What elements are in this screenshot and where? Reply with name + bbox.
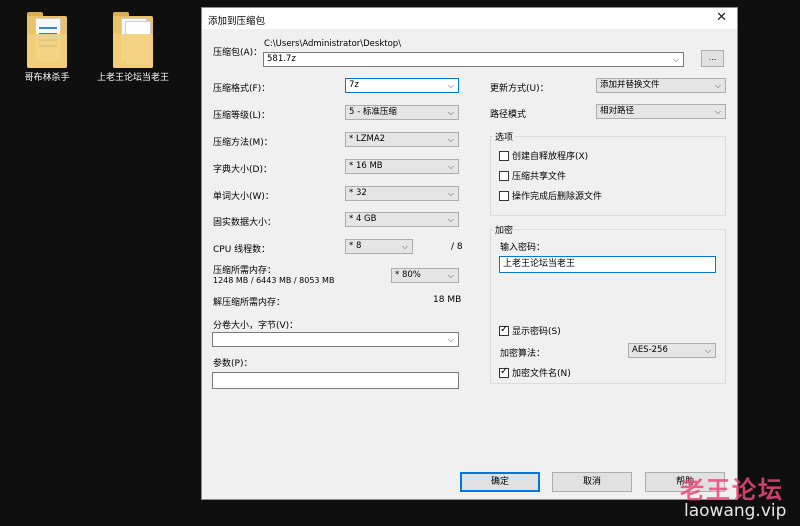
ok-button[interactable]: 确定 <box>460 472 540 492</box>
encryption-method-value: AES-256 <box>632 345 668 355</box>
desktop-icon-laowang[interactable]: 上老王论坛当老王 <box>88 12 178 84</box>
title-bar[interactable]: 添加到压缩包 ✕ <box>202 8 737 29</box>
password-label: 输入密码： <box>500 243 546 253</box>
password-input[interactable]: 上老王论坛当老王 <box>499 256 716 273</box>
volume-combo[interactable]: ⌵ <box>212 332 459 347</box>
checkbox-box-checked <box>499 366 509 378</box>
mem-compress-label: 压缩所需内存： <box>213 266 277 276</box>
sfx-label: 创建自释放程序(X) <box>512 152 589 162</box>
checkbox-box-checked <box>499 324 509 336</box>
shared-files-label: 压缩共享文件 <box>512 172 567 182</box>
dict-select[interactable]: * 16 MB ⌵ <box>345 159 459 174</box>
watermark-logo: 老王论坛 <box>680 476 784 504</box>
path-mode-value: 相对路径 <box>600 106 635 116</box>
close-icon[interactable]: ✕ <box>716 10 727 25</box>
folder-icon <box>27 12 67 68</box>
word-select[interactable]: * 32 ⌵ <box>345 186 459 201</box>
browse-button[interactable]: ... <box>701 50 724 67</box>
watermark-url: laowang.vip <box>684 501 787 521</box>
level-select[interactable]: 5 - 标准压缩 ⌵ <box>345 105 459 120</box>
chevron-down-icon: ⌵ <box>447 215 454 224</box>
password-value: 上老王论坛当老王 <box>503 259 576 269</box>
checkbox-box <box>499 190 509 201</box>
show-password-checkbox[interactable]: 显示密码(S) <box>499 324 561 337</box>
desktop-icon-label: 上老王论坛当老王 <box>96 73 169 83</box>
archive-label: 压缩包(A)： <box>213 48 263 58</box>
volume-label: 分卷大小，字节(V)： <box>213 321 299 331</box>
chevron-down-icon: ⌵ <box>447 335 454 344</box>
chevron-down-icon: ⌵ <box>447 271 454 280</box>
archive-path: C:\Users\Administrator\Desktop\ <box>264 39 402 49</box>
chevron-down-icon: ⌵ <box>447 81 454 90</box>
cpu-label: CPU 线程数： <box>213 245 271 255</box>
update-mode-value: 添加并替换文件 <box>600 80 660 90</box>
update-mode-select[interactable]: 添加并替换文件 ⌵ <box>596 78 726 93</box>
delete-after-checkbox[interactable]: 操作完成后删除源文件 <box>499 189 602 202</box>
chevron-down-icon: ⌵ <box>447 162 454 171</box>
cpu-value: * 8 <box>349 241 362 251</box>
solid-select[interactable]: * 4 GB ⌵ <box>345 212 459 227</box>
word-value: * 32 <box>349 188 367 198</box>
chevron-down-icon: ⌵ <box>714 81 721 90</box>
mem-usage-value: * 80% <box>395 270 421 280</box>
dict-label: 字典大小(D)： <box>213 165 272 175</box>
chevron-down-icon: ⌵ <box>704 346 711 355</box>
archive-name-value: 581.7z <box>267 54 296 64</box>
params-label: 参数(P)： <box>213 359 253 369</box>
path-mode-label: 路径模式 <box>490 110 527 120</box>
format-value: 7z <box>349 80 359 90</box>
mem-decompress-label: 解压缩所需内存： <box>213 298 286 308</box>
encryption-method-label: 加密算法： <box>500 349 546 359</box>
update-mode-label: 更新方式(U)： <box>490 84 549 94</box>
mem-decompress-value: 18 MB <box>433 295 462 305</box>
chevron-down-icon: ⌵ <box>447 189 454 198</box>
sfx-checkbox[interactable]: 创建自释放程序(X) <box>499 149 588 162</box>
encryption-title: 加密 <box>493 223 516 236</box>
format-label: 压缩格式(F)： <box>213 84 271 94</box>
mem-compress-detail: 1248 MB / 6443 MB / 8053 MB <box>213 276 335 285</box>
encryption-method-select[interactable]: AES-256 ⌵ <box>628 343 716 358</box>
level-label: 压缩等级(L)： <box>213 111 271 121</box>
chevron-down-icon: ⌵ <box>447 108 454 117</box>
checkbox-box <box>499 170 509 181</box>
chevron-down-icon: ⌵ <box>401 242 408 251</box>
shared-files-checkbox[interactable]: 压缩共享文件 <box>499 169 566 182</box>
mem-usage-select[interactable]: * 80% ⌵ <box>391 268 459 283</box>
options-title: 选项 <box>493 130 516 143</box>
method-value: * LZMA2 <box>349 134 386 144</box>
word-label: 单词大小(W)： <box>213 192 274 202</box>
dialog-title: 添加到压缩包 <box>208 16 266 27</box>
watermark: 老王论坛 laowang.vip <box>680 470 800 526</box>
solid-label: 固实数据大小： <box>213 218 277 228</box>
desktop-icon-label: 哥布林杀手 <box>24 73 70 83</box>
add-to-archive-dialog: 添加到压缩包 ✕ 压缩包(A)： C:\Users\Administrator\… <box>201 7 738 500</box>
delete-after-label: 操作完成后删除源文件 <box>512 192 603 202</box>
solid-value: * 4 GB <box>349 214 377 224</box>
encrypt-names-label: 加密文件名(N) <box>512 369 571 379</box>
level-value: 5 - 标准压缩 <box>349 107 397 117</box>
params-input[interactable] <box>212 372 459 389</box>
method-select[interactable]: * LZMA2 ⌵ <box>345 132 459 147</box>
format-select[interactable]: 7z ⌵ <box>345 78 459 93</box>
show-password-label: 显示密码(S) <box>512 327 561 337</box>
chevron-down-icon: ⌵ <box>714 107 721 116</box>
folder-icon <box>113 12 153 68</box>
chevron-down-icon: ⌵ <box>447 135 454 144</box>
chevron-down-icon: ⌵ <box>672 55 679 64</box>
encrypt-names-checkbox[interactable]: 加密文件名(N) <box>499 366 571 379</box>
cancel-button[interactable]: 取消 <box>552 472 632 492</box>
cpu-select[interactable]: * 8 ⌵ <box>345 239 413 254</box>
path-mode-select[interactable]: 相对路径 ⌵ <box>596 104 726 119</box>
dict-value: * 16 MB <box>349 161 383 171</box>
desktop-icon-goblin-slayer[interactable]: 哥布林杀手 <box>2 12 92 84</box>
archive-name-combo[interactable]: 581.7z ⌵ <box>263 52 684 67</box>
method-label: 压缩方法(M)： <box>213 138 273 148</box>
checkbox-box <box>499 150 509 161</box>
cpu-max: / 8 <box>451 242 463 252</box>
